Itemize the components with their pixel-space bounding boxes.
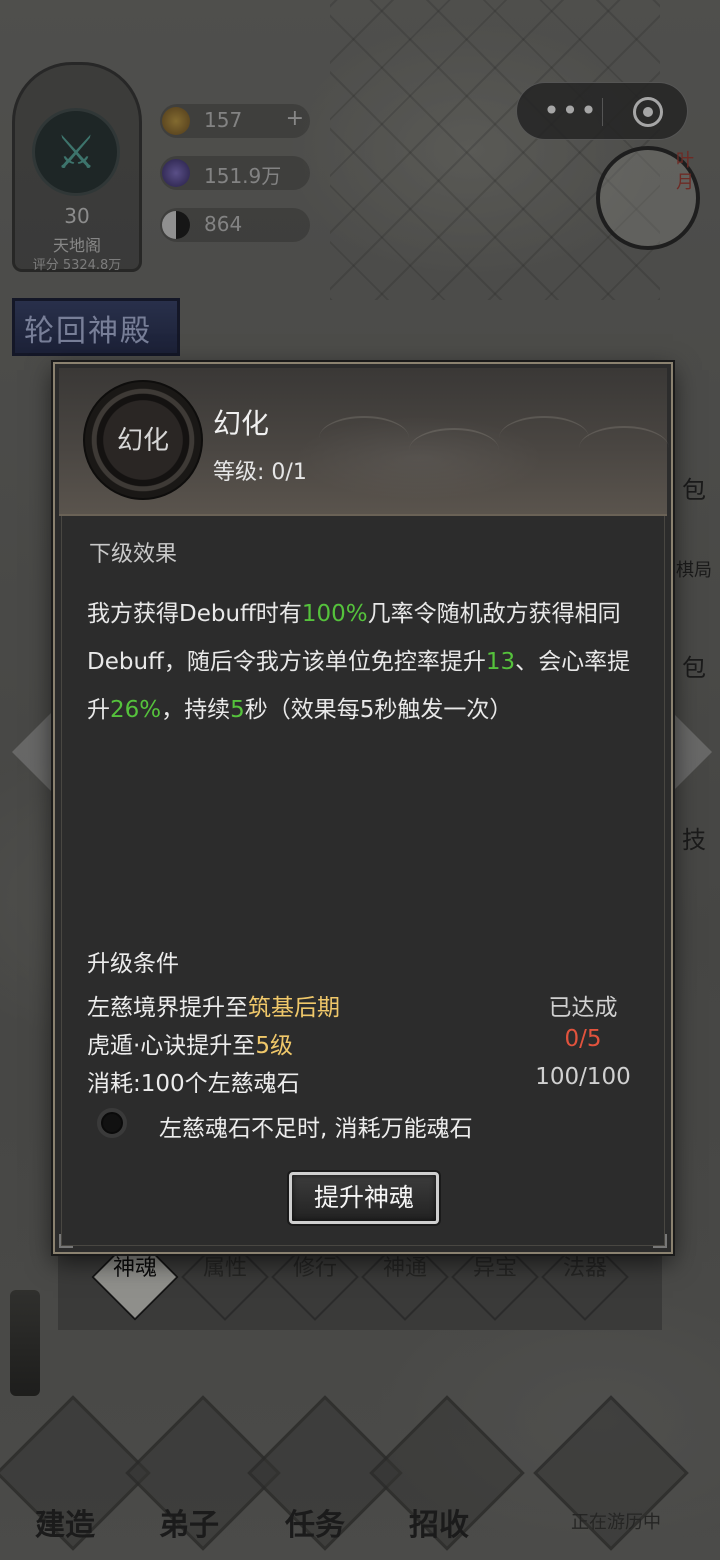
effect-value: 100% xyxy=(301,601,368,627)
condition-label: 左慈境界提升至筑基后期 xyxy=(87,988,340,1022)
condition-target: 5级 xyxy=(255,1033,293,1059)
next-level-effect-title: 下级效果 xyxy=(89,542,178,567)
condition-label: 虎遁·心诀提升至5级 xyxy=(87,1026,293,1060)
condition-status: 0/5 xyxy=(564,1026,602,1052)
effect-value: 26% xyxy=(110,697,162,723)
upgrade-conditions-title: 升级条件 xyxy=(87,951,179,977)
effect-text: 秒（效果每5秒触发一次） xyxy=(244,697,513,723)
substitute-stone-radio[interactable] xyxy=(97,1108,127,1138)
condition-label: 消耗:100个左慈魂石 xyxy=(87,1064,300,1098)
upgrade-soul-button[interactable]: 提升神魂 xyxy=(289,1172,439,1224)
condition-row: 虎遁·心诀提升至5级 0/5 xyxy=(87,1026,643,1060)
effect-description: 我方获得Debuff时有100%几率令随机敌方获得相同Debuff，随后令我方该… xyxy=(87,590,643,734)
wave-ornament xyxy=(579,426,669,470)
skill-level: 等级: 0/1 xyxy=(213,460,307,485)
condition-row: 消耗:100个左慈魂石 100/100 xyxy=(87,1064,643,1098)
wave-ornament xyxy=(319,416,409,460)
condition-status: 已达成 xyxy=(548,995,618,1021)
skill-upgrade-dialog: 幻化 幻化 等级: 0/1 下级效果 我方获得Debuff时有100%几率令随机… xyxy=(53,362,673,1254)
dialog-header: 幻化 幻化 等级: 0/1 xyxy=(59,368,669,516)
wave-ornament xyxy=(409,428,499,472)
skill-icon-label: 幻化 xyxy=(116,426,169,456)
corner-ornament xyxy=(59,1234,73,1248)
skill-name: 幻化 xyxy=(213,407,270,440)
condition-text: 消耗:100个左慈魂石 xyxy=(87,1071,300,1097)
effect-value: 13 xyxy=(485,649,516,675)
condition-target: 筑基后期 xyxy=(248,995,340,1021)
condition-row: 左慈境界提升至筑基后期 已达成 xyxy=(87,988,643,1022)
corner-ornament xyxy=(653,1234,667,1248)
effect-text: 我方获得Debuff时有 xyxy=(87,601,302,627)
effect-text: ，持续 xyxy=(161,697,231,723)
condition-text: 虎遁·心诀提升至 xyxy=(87,1033,256,1059)
condition-text: 左慈境界提升至 xyxy=(87,995,248,1021)
condition-status: 100/100 xyxy=(535,1064,631,1090)
substitute-stone-label[interactable]: 左慈魂石不足时, 消耗万能魂石 xyxy=(159,1109,473,1143)
effect-value: 5 xyxy=(230,697,245,723)
wave-ornament xyxy=(499,416,589,460)
